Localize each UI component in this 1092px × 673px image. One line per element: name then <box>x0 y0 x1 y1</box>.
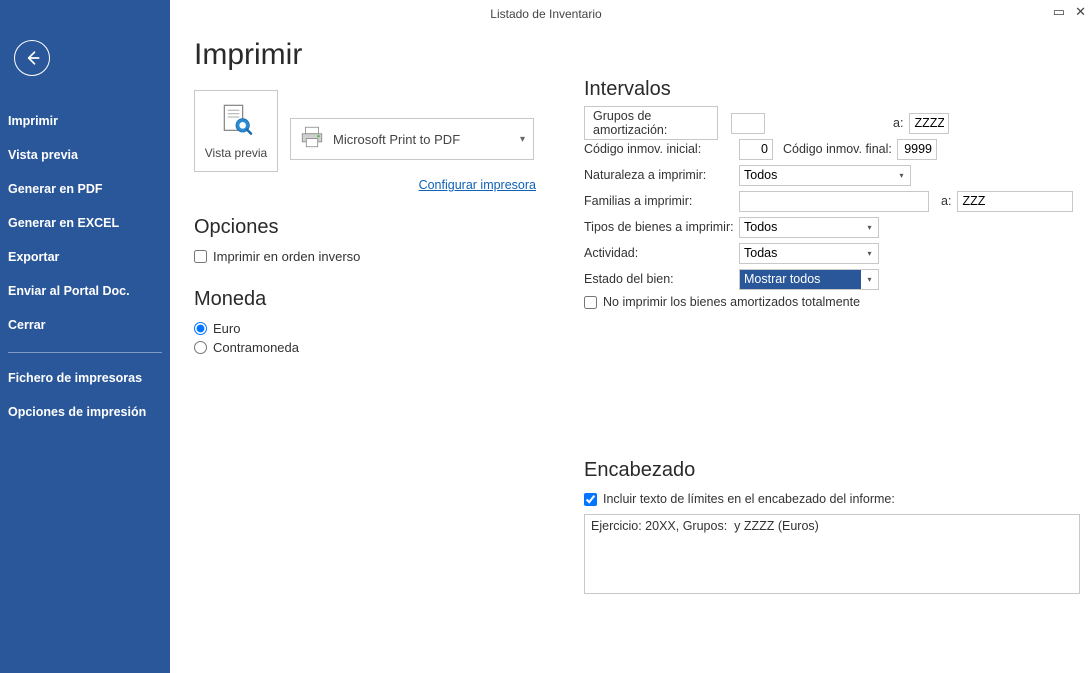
encabezado-heading: Encabezado <box>584 459 1080 482</box>
incluir-texto-checkbox[interactable]: Incluir texto de límites en el encabezad… <box>584 492 1080 506</box>
codigo-inicial-input[interactable] <box>739 139 773 160</box>
printer-select[interactable]: Microsoft Print to PDF ▾ <box>290 118 534 160</box>
familias-from-input[interactable] <box>739 191 929 212</box>
moneda-euro-radio[interactable]: Euro <box>194 321 534 336</box>
chevron-down-icon[interactable]: ▾ <box>861 269 879 290</box>
estado-select[interactable]: ▾ <box>739 269 879 290</box>
document-preview-icon <box>216 102 256 142</box>
configurar-impresora-link[interactable]: Configurar impresora <box>194 178 536 192</box>
no-imprimir-label: No imprimir los bienes amortizados total… <box>603 295 860 309</box>
sidebar-item-opciones-impresion[interactable]: Opciones de impresión <box>0 395 170 429</box>
opciones-heading: Opciones <box>194 216 534 239</box>
codigo-inicial-label: Código inmov. inicial: <box>584 142 739 156</box>
sidebar-separator <box>8 352 162 353</box>
moneda-contramoneda-label: Contramoneda <box>213 340 299 355</box>
actividad-label: Actividad: <box>584 246 739 260</box>
familias-a-label: a: <box>941 194 951 208</box>
page-title: Imprimir <box>194 38 534 72</box>
tipos-select[interactable]: ▾ <box>739 217 879 238</box>
vista-previa-button[interactable]: Vista previa <box>194 90 278 172</box>
main-content: Imprimir Vista previa <box>170 0 1092 673</box>
orden-inverso-input[interactable] <box>194 250 207 263</box>
sidebar-item-generar-pdf[interactable]: Generar en PDF <box>0 172 170 206</box>
sidebar-item-imprimir[interactable]: Imprimir <box>0 104 170 138</box>
familias-label: Familias a imprimir: <box>584 194 739 208</box>
estado-label: Estado del bien: <box>584 272 739 286</box>
sidebar: Imprimir Vista previa Generar en PDF Gen… <box>0 0 170 673</box>
chevron-down-icon[interactable]: ▾ <box>861 217 879 238</box>
printer-icon <box>299 124 325 155</box>
chevron-down-icon[interactable]: ▾ <box>861 243 879 264</box>
grupos-amortizacion-button[interactable]: Grupos de amortización: <box>584 106 718 140</box>
incluir-texto-input[interactable] <box>584 493 597 506</box>
vista-previa-label: Vista previa <box>205 146 267 160</box>
codigo-final-input[interactable] <box>897 139 937 160</box>
grupos-to-input[interactable] <box>909 113 949 134</box>
tipos-label: Tipos de bienes a imprimir: <box>584 220 739 234</box>
sidebar-item-cerrar[interactable]: Cerrar <box>0 308 170 342</box>
sidebar-item-exportar[interactable]: Exportar <box>0 240 170 274</box>
chevron-down-icon: ▾ <box>520 134 525 145</box>
no-imprimir-input[interactable] <box>584 296 597 309</box>
grupos-a-label: a: <box>893 116 903 130</box>
moneda-euro-label: Euro <box>213 321 240 336</box>
chevron-down-icon[interactable]: ▾ <box>893 165 911 186</box>
moneda-contramoneda-radio[interactable]: Contramoneda <box>194 340 534 355</box>
naturaleza-select[interactable]: ▾ <box>739 165 911 186</box>
sidebar-item-vista-previa[interactable]: Vista previa <box>0 138 170 172</box>
moneda-contramoneda-input[interactable] <box>194 341 207 354</box>
sidebar-item-fichero-impresoras[interactable]: Fichero de impresoras <box>0 361 170 395</box>
incluir-texto-label: Incluir texto de límites en el encabezad… <box>603 492 895 506</box>
grupos-from-input[interactable] <box>731 113 765 134</box>
arrow-left-icon <box>22 48 42 68</box>
familias-to-input[interactable] <box>957 191 1073 212</box>
actividad-value[interactable] <box>739 243 879 264</box>
actividad-select[interactable]: ▾ <box>739 243 879 264</box>
codigo-final-label: Código inmov. final: <box>783 142 897 156</box>
intervalos-heading: Intervalos <box>584 78 1080 101</box>
orden-inverso-checkbox[interactable]: Imprimir en orden inverso <box>194 249 534 264</box>
estado-value[interactable] <box>739 269 879 290</box>
sidebar-item-generar-excel[interactable]: Generar en EXCEL <box>0 206 170 240</box>
tipos-value[interactable] <box>739 217 879 238</box>
moneda-heading: Moneda <box>194 288 534 311</box>
orden-inverso-label: Imprimir en orden inverso <box>213 249 360 264</box>
printer-name: Microsoft Print to PDF <box>333 132 520 147</box>
back-button[interactable] <box>14 40 50 76</box>
encabezado-textarea[interactable] <box>584 514 1080 594</box>
no-imprimir-checkbox[interactable]: No imprimir los bienes amortizados total… <box>584 295 1080 309</box>
naturaleza-value[interactable] <box>739 165 911 186</box>
moneda-euro-input[interactable] <box>194 322 207 335</box>
naturaleza-label: Naturaleza a imprimir: <box>584 168 739 182</box>
sidebar-item-enviar-portal[interactable]: Enviar al Portal Doc. <box>0 274 170 308</box>
